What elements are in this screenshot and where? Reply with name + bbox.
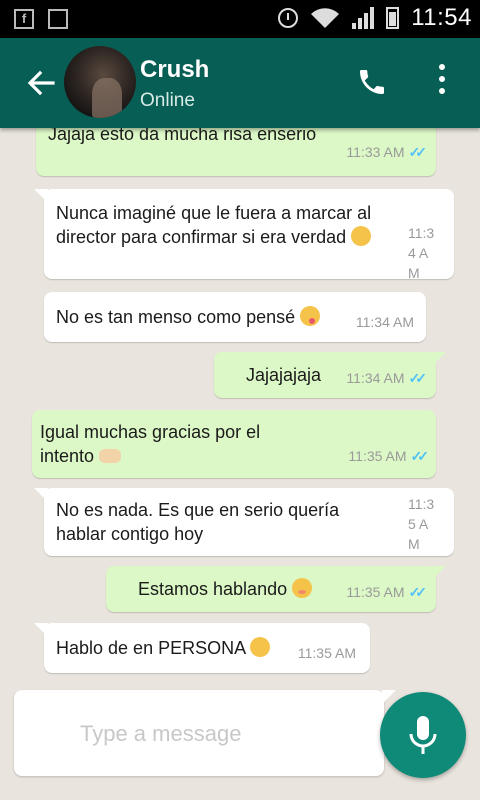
message-text: Hablo de en PERSONA [56, 636, 296, 660]
message-time: 11:34 AM [346, 370, 405, 386]
message-time: 11:34 AM [408, 225, 435, 281]
flushed-face-icon [292, 578, 313, 598]
message-time: 11:34 AM [355, 314, 414, 330]
phone-icon[interactable] [356, 66, 388, 98]
status-time: 11:54 [411, 4, 472, 31]
image-notification-icon [48, 9, 68, 29]
message-text: No es nada. Es que en serio quería habla… [56, 500, 340, 544]
mic-icon [409, 716, 437, 754]
chat-area: Jajaja esto da mucha risa enserio 11:33 … [0, 128, 480, 688]
message-bubble-outgoing[interactable]: Igual muchas gracias por el intento 11:3… [32, 410, 436, 478]
status-bar: f 11:54 [0, 0, 480, 38]
contact-name[interactable]: Crush [140, 56, 209, 84]
checkmark-double-icon: ✓✓ [408, 584, 428, 600]
message-time: 11:35 AM [297, 645, 356, 661]
message-time: 11:35 AM [346, 584, 405, 600]
message-bubble-outgoing[interactable]: Jajaja esto da mucha risa enserio 11:33 … [36, 128, 436, 176]
contact-presence: Online [140, 90, 195, 111]
message-input[interactable] [78, 718, 362, 750]
message-meta: 11:35 AM ✓✓ [348, 444, 430, 468]
message-time: 11:35 AM [348, 448, 407, 464]
message-bubble-incoming[interactable]: Nunca imaginé que le fuera a marcar al d… [34, 189, 454, 281]
message-time: 11:33 AM [346, 144, 405, 160]
message-bubble-incoming[interactable]: No es nada. Es que en serio quería habla… [34, 488, 454, 556]
message-text: Igual muchas gracias por el intento [40, 422, 261, 466]
message-composer [14, 690, 396, 776]
message-bubble-incoming[interactable]: Hablo de en PERSONA 11:35 AM [34, 623, 370, 673]
message-bubble-outgoing[interactable]: Jajajajaja 11:34 AM ✓✓ [214, 352, 446, 398]
message-meta: 11:33 AM ✓✓ [346, 140, 428, 164]
checkmark-double-icon: ✓✓ [408, 144, 428, 160]
unamused-face-icon [250, 637, 271, 657]
message-meta: 11:34 AM ✓✓ [346, 366, 428, 390]
message-time: 11:35 AM [408, 496, 435, 552]
chat-header: Crush Online [0, 38, 480, 128]
facebook-notification-icon: f [14, 9, 34, 29]
more-vert-icon[interactable] [436, 64, 448, 100]
winking-face-with-tongue-icon [300, 306, 321, 326]
battery-icon [386, 7, 400, 29]
message-bubble-outgoing[interactable]: Estamos hablando 11:35 AM ✓✓ [106, 566, 446, 612]
signal-icon [352, 7, 375, 29]
checkmark-double-icon: ✓✓ [408, 370, 428, 386]
checkmark-double-icon: ✓✓ [410, 448, 430, 464]
contact-avatar[interactable] [64, 46, 136, 118]
message-text: Nunca imaginé que le fuera a marcar al d… [56, 203, 372, 247]
message-text: No es tan menso como pensé [56, 305, 356, 329]
raised-hands-icon [99, 449, 122, 463]
wifi-icon [311, 8, 340, 29]
back-arrow-icon[interactable] [26, 68, 56, 98]
unamused-face-icon [351, 226, 372, 246]
message-text: Jajaja esto da mucha risa enserio [48, 128, 317, 144]
message-text: Estamos hablando [138, 577, 313, 601]
message-bubble-incoming[interactable]: No es tan menso como pensé 11:34 AM [44, 292, 426, 342]
message-meta: 11:35 AM ✓✓ [346, 580, 428, 604]
message-text: Jajajajaja [246, 365, 322, 385]
alarm-icon [278, 8, 299, 28]
mic-button[interactable] [380, 692, 466, 778]
